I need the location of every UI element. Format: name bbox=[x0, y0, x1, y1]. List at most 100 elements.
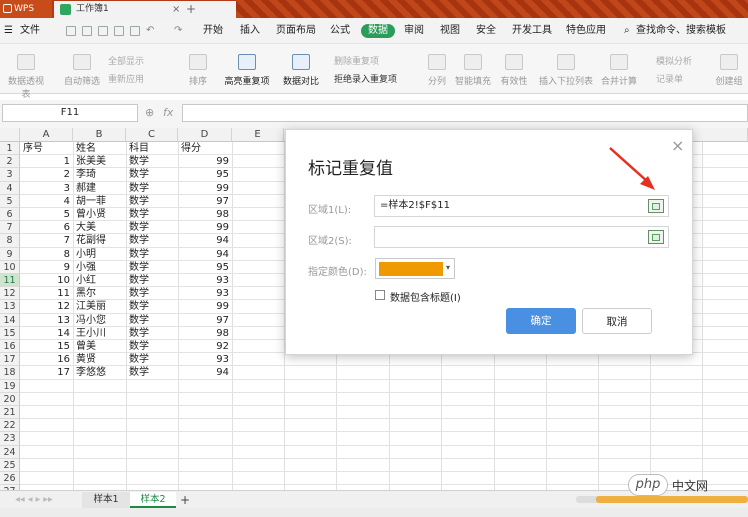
row-header-7[interactable]: 7 bbox=[0, 221, 20, 235]
data-cell[interactable]: 99 bbox=[178, 155, 229, 168]
data-cell[interactable]: 94 bbox=[178, 234, 229, 247]
row-header-11[interactable]: 11 bbox=[0, 274, 20, 288]
menu-insert[interactable]: 插入 bbox=[240, 24, 260, 38]
wps-home-tab[interactable]: WPS bbox=[0, 0, 52, 18]
header-cell[interactable]: 科目 bbox=[129, 142, 176, 155]
data-cell[interactable]: 江美丽 bbox=[76, 300, 124, 313]
ok-button[interactable]: 确定 bbox=[506, 308, 576, 334]
export-pdf-icon[interactable] bbox=[114, 26, 124, 36]
print-preview-icon[interactable] bbox=[98, 26, 108, 36]
data-cell[interactable]: 97 bbox=[178, 314, 229, 327]
show-all-button[interactable]: 全部显示 bbox=[108, 54, 144, 67]
sort-button[interactable]: 排序 bbox=[186, 54, 210, 87]
insert-dropdown-button[interactable]: 插入下拉列表 bbox=[538, 54, 594, 87]
name-box[interactable]: F11 bbox=[2, 104, 138, 122]
data-cell[interactable]: 99 bbox=[178, 300, 229, 313]
row-header-23[interactable]: 23 bbox=[0, 432, 20, 446]
data-cell[interactable]: 王小川 bbox=[76, 327, 124, 340]
row-header-1[interactable]: 1 bbox=[0, 142, 20, 156]
data-cell[interactable]: 97 bbox=[178, 195, 229, 208]
data-cell[interactable]: 9 bbox=[20, 261, 70, 274]
data-cell[interactable]: 数学 bbox=[129, 234, 176, 247]
data-cell[interactable]: 98 bbox=[178, 208, 229, 221]
autofilter-button[interactable]: 自动筛选 bbox=[64, 54, 100, 87]
data-cell[interactable]: 14 bbox=[20, 327, 70, 340]
document-tab[interactable]: 工作簿1 × + bbox=[54, 1, 236, 18]
data-cell[interactable]: 94 bbox=[178, 366, 229, 379]
data-cell[interactable]: 张美美 bbox=[76, 155, 124, 168]
menu-view[interactable]: 视图 bbox=[440, 24, 460, 38]
menu-start[interactable]: 开始 bbox=[203, 24, 223, 38]
range-picker-icon[interactable] bbox=[648, 230, 664, 244]
close-tab-icon[interactable]: × bbox=[172, 1, 180, 18]
save-icon[interactable] bbox=[66, 26, 76, 36]
data-compare-button[interactable]: 数据对比 bbox=[280, 54, 322, 87]
column-header-d[interactable]: D bbox=[178, 128, 232, 142]
data-cell[interactable]: 数学 bbox=[129, 274, 176, 287]
horizontal-scrollbar[interactable] bbox=[576, 496, 748, 503]
data-cell[interactable]: 7 bbox=[20, 234, 70, 247]
data-cell[interactable]: 数学 bbox=[129, 353, 176, 366]
data-cell[interactable]: 16 bbox=[20, 353, 70, 366]
row-header-25[interactable]: 25 bbox=[0, 458, 20, 472]
reject-duplicates-button[interactable]: 拒绝录入重复项 bbox=[334, 72, 397, 85]
row-header-2[interactable]: 2 bbox=[0, 155, 20, 169]
row-header-20[interactable]: 20 bbox=[0, 392, 20, 406]
data-cell[interactable]: 数学 bbox=[129, 327, 176, 340]
row-header-16[interactable]: 16 bbox=[0, 340, 20, 354]
row-header-4[interactable]: 4 bbox=[0, 181, 20, 195]
data-cell[interactable]: 数学 bbox=[129, 168, 176, 181]
redo-icon[interactable]: ↷ bbox=[174, 24, 182, 38]
data-cell[interactable]: 小明 bbox=[76, 248, 124, 261]
data-cell[interactable]: 10 bbox=[20, 274, 70, 287]
data-cell[interactable]: 李琦 bbox=[76, 168, 124, 181]
row-header-17[interactable]: 17 bbox=[0, 353, 20, 367]
data-cell[interactable]: 93 bbox=[178, 353, 229, 366]
row-header-10[interactable]: 10 bbox=[0, 260, 20, 274]
remove-duplicates-button[interactable]: 删除重复项 bbox=[334, 54, 379, 67]
data-cell[interactable]: 大美 bbox=[76, 221, 124, 234]
range2-input[interactable] bbox=[374, 226, 669, 248]
undo-icon[interactable]: ↶ bbox=[146, 24, 154, 38]
column-header-e[interactable]: E bbox=[232, 128, 284, 142]
new-tab-icon[interactable]: + bbox=[186, 1, 196, 18]
data-cell[interactable]: 小强 bbox=[76, 261, 124, 274]
column-header-c[interactable]: C bbox=[126, 128, 178, 142]
data-cell[interactable]: 黄贤 bbox=[76, 353, 124, 366]
row-header-5[interactable]: 5 bbox=[0, 194, 20, 208]
header-cell[interactable]: 姓名 bbox=[76, 142, 124, 155]
close-icon[interactable]: × bbox=[671, 136, 684, 155]
row-header-18[interactable]: 18 bbox=[0, 366, 20, 380]
data-cell[interactable]: 93 bbox=[178, 274, 229, 287]
row-header-26[interactable]: 26 bbox=[0, 472, 20, 486]
header-cell[interactable]: 得分 bbox=[181, 142, 230, 155]
hamburger-icon[interactable]: ☰ bbox=[4, 24, 13, 38]
data-cell[interactable]: 郝建 bbox=[76, 182, 124, 195]
menu-formula[interactable]: 公式 bbox=[330, 24, 350, 38]
data-cell[interactable]: 13 bbox=[20, 314, 70, 327]
smart-fill-button[interactable]: 智能填充 bbox=[454, 54, 492, 87]
data-cell[interactable]: 小红 bbox=[76, 274, 124, 287]
data-cell[interactable]: 99 bbox=[178, 221, 229, 234]
menu-security[interactable]: 安全 bbox=[476, 24, 496, 38]
search-commands[interactable]: 查找命令、搜索模板 bbox=[636, 24, 726, 38]
header-checkbox-label[interactable]: 数据包含标题(I) bbox=[390, 289, 461, 304]
data-cell[interactable]: 数学 bbox=[129, 287, 176, 300]
simulate-analysis-button[interactable]: 模拟分析 bbox=[656, 54, 692, 67]
color-picker[interactable]: ▾ bbox=[375, 258, 455, 279]
format-painter-icon[interactable] bbox=[130, 26, 140, 36]
menu-review[interactable]: 审阅 bbox=[404, 24, 424, 38]
data-cell[interactable]: 6 bbox=[20, 221, 70, 234]
row-header-24[interactable]: 24 bbox=[0, 445, 20, 459]
sheet-nav-arrows[interactable]: ◂◂ ◂ ▸ ▸▸ bbox=[4, 492, 64, 508]
data-cell[interactable]: 数学 bbox=[129, 248, 176, 261]
data-cell[interactable]: 数学 bbox=[129, 182, 176, 195]
data-cell[interactable]: 2 bbox=[20, 168, 70, 181]
row-header-12[interactable]: 12 bbox=[0, 287, 20, 301]
add-sheet-icon[interactable]: + bbox=[178, 492, 192, 508]
row-header-9[interactable]: 9 bbox=[0, 247, 20, 261]
select-all-corner[interactable] bbox=[0, 128, 20, 142]
data-cell[interactable]: 95 bbox=[178, 261, 229, 274]
validity-button[interactable]: 有效性 bbox=[498, 54, 530, 87]
data-cell[interactable]: 李悠悠 bbox=[76, 366, 124, 379]
